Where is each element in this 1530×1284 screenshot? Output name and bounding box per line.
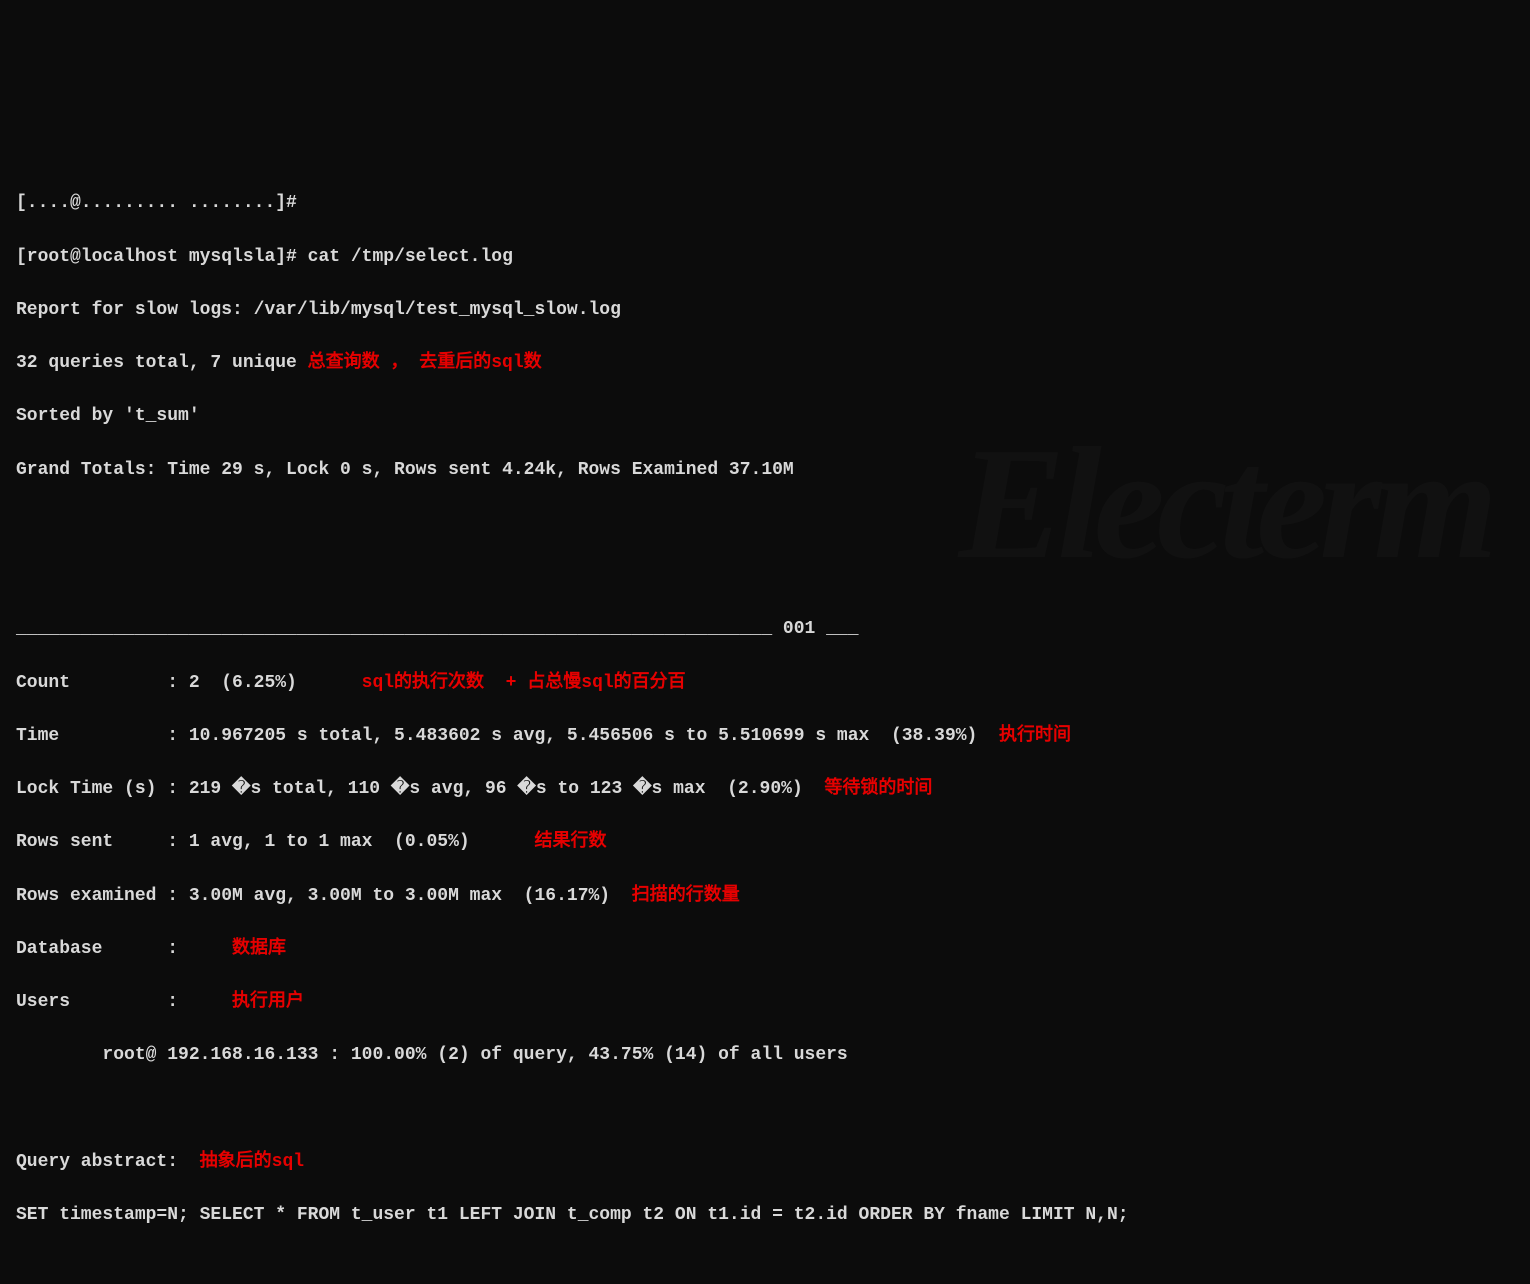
blank-line — [16, 510, 1514, 537]
abstract-label: Query abstract: — [16, 1152, 200, 1172]
rows-examined-annotation: 扫描的行数量 — [632, 886, 740, 906]
database-value: Database : — [16, 939, 232, 959]
sorted-by-line: Sorted by 't_sum' — [16, 403, 1514, 430]
time-value: Time : 10.967205 s total, 5.483602 s avg… — [16, 726, 999, 746]
lock-value: Lock Time (s) : 219 �s total, 110 �s avg… — [16, 779, 824, 799]
truncated-line: [....@......... ........]# — [16, 190, 1514, 217]
terminal-output: [....@......... ........]# [root@localho… — [16, 164, 1514, 1284]
rows-examined-row: Rows examined : 3.00M avg, 3.00M to 3.00… — [16, 883, 1514, 910]
count-value: Count : 2 (6.25%) — [16, 673, 362, 693]
count-row: Count : 2 (6.25%) sql的执行次数 + 占总慢sql的百分百 — [16, 670, 1514, 697]
time-annotation: 执行时间 — [999, 726, 1071, 746]
lock-annotation: 等待锁的时间 — [824, 779, 932, 799]
users-value: Users : — [16, 992, 232, 1012]
command-line: [root@localhost mysqlsla]# cat /tmp/sele… — [16, 244, 1514, 271]
abstract-annotation: 抽象后的sql — [200, 1152, 304, 1172]
blank-line — [16, 1255, 1514, 1282]
blank-line — [16, 563, 1514, 590]
abstract-header: Query abstract: 抽象后的sql — [16, 1149, 1514, 1176]
abstract-sql-line: SET timestamp=N; SELECT * FROM t_user t1… — [16, 1202, 1514, 1229]
totals-annotation: 总查询数 ， 去重后的sql数 — [308, 353, 542, 373]
rows-examined-value: Rows examined : 3.00M avg, 3.00M to 3.00… — [16, 886, 632, 906]
time-row: Time : 10.967205 s total, 5.483602 s avg… — [16, 723, 1514, 750]
report-header: Report for slow logs: /var/lib/mysql/tes… — [16, 297, 1514, 324]
prompt-truncated: [....@......... ........]# — [16, 193, 297, 213]
database-annotation: 数据库 — [232, 939, 286, 959]
blank-line — [16, 1096, 1514, 1123]
command-text: cat /tmp/select.log — [308, 247, 513, 267]
lock-time-row: Lock Time (s) : 219 �s total, 110 �s avg… — [16, 776, 1514, 803]
divider-line: ________________________________________… — [16, 616, 1514, 643]
rows-sent-annotation: 结果行数 — [534, 832, 606, 852]
users-row: Users : 执行用户 — [16, 989, 1514, 1016]
grand-totals-line: Grand Totals: Time 29 s, Lock 0 s, Rows … — [16, 457, 1514, 484]
database-row: Database : 数据库 — [16, 936, 1514, 963]
users-annotation: 执行用户 — [232, 992, 304, 1012]
query-totals-line: 32 queries total, 7 unique 总查询数 ， 去重后的sq… — [16, 350, 1514, 377]
shell-prompt: [root@localhost mysqlsla]# — [16, 247, 308, 267]
rows-sent-value: Rows sent : 1 avg, 1 to 1 max (0.05%) — [16, 832, 534, 852]
user-detail-line: root@ 192.168.16.133 : 100.00% (2) of qu… — [16, 1042, 1514, 1069]
count-annotation: sql的执行次数 + 占总慢sql的百分百 — [362, 673, 686, 693]
rows-sent-row: Rows sent : 1 avg, 1 to 1 max (0.05%) 结果… — [16, 829, 1514, 856]
query-totals: 32 queries total, 7 unique — [16, 353, 308, 373]
